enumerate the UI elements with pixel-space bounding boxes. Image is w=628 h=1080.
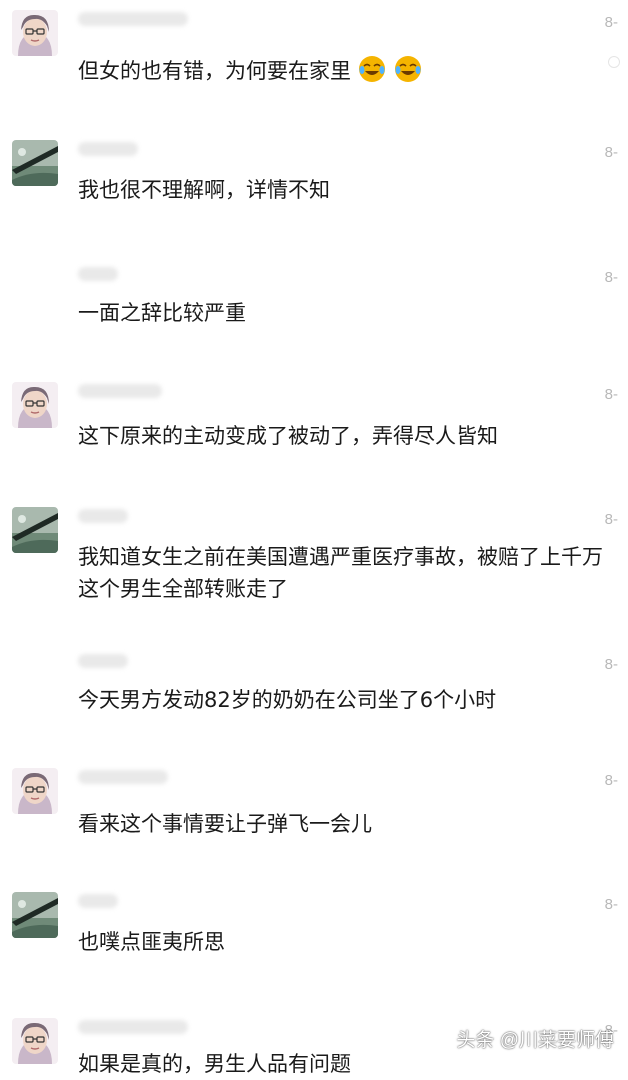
nickname-blurred [78, 12, 188, 26]
comment-time: 8- [604, 656, 618, 673]
comment-time: 8- [604, 772, 618, 789]
comment-text: 一面之辞比较严重 [78, 301, 246, 325]
landscape-avatar-icon [12, 892, 58, 938]
avatar[interactable] [12, 140, 58, 186]
comment-time: 8- [604, 386, 618, 403]
comment-text: 也噗点匪夷所思 [78, 930, 225, 954]
avatar[interactable] [12, 10, 58, 56]
nickname-blurred [78, 770, 168, 784]
comment-time: 8- [604, 896, 618, 913]
comment-text: 今天男方发动82岁的奶奶在公司坐了6个小时 [78, 688, 497, 712]
avatar[interactable] [12, 382, 58, 428]
comment-list: 8- 但女的也有错，为何要在家里 8- 我也很不理解啊，详情不知 8- 一面之辞… [0, 0, 628, 1080]
comment-text: 但女的也有错，为何要在家里 [78, 54, 608, 87]
comment-time: 8- [604, 144, 618, 161]
comment-text: 我也很不理解啊，详情不知 [78, 178, 330, 202]
nickname-blurred [78, 509, 128, 523]
nickname-blurred [78, 1020, 188, 1034]
comment-text: 看来这个事情要让子弹飞一会儿 [78, 812, 372, 836]
nickname-blurred [78, 267, 118, 281]
avatar[interactable] [12, 768, 58, 814]
landscape-avatar-icon [12, 507, 58, 553]
comment-time: 8- [604, 14, 618, 31]
woman-glasses-avatar-icon [12, 10, 58, 56]
laugh-cry-emoji-icon [393, 54, 423, 84]
watermark: 头条 @川菜要师傅 [456, 1030, 614, 1051]
comment-time: 8- [604, 269, 618, 286]
woman-glasses-avatar-icon [12, 768, 58, 814]
comment-text: 我知道女生之前在美国遭遇严重医疗事故，被赔了上千万 这个男生全部转账走了 [78, 545, 603, 601]
landscape-avatar-icon [12, 140, 58, 186]
comment-text: 这下原来的主动变成了被动了，弄得尽人皆知 [78, 424, 498, 448]
avatar[interactable] [12, 507, 58, 553]
nickname-blurred [78, 142, 138, 156]
avatar[interactable] [12, 892, 58, 938]
laugh-cry-emoji-icon [357, 54, 387, 84]
corner-mark [608, 56, 620, 68]
nickname-blurred [78, 654, 128, 668]
comment-text-content: 但女的也有错，为何要在家里 [78, 59, 351, 83]
woman-glasses-avatar-icon [12, 382, 58, 428]
woman-glasses-avatar-icon [12, 1018, 58, 1064]
nickname-blurred [78, 384, 162, 398]
comment-text: 如果是真的，男生人品有问题 [78, 1052, 351, 1076]
comment-time: 8- [604, 511, 618, 528]
nickname-blurred [78, 894, 118, 908]
avatar[interactable] [12, 1018, 58, 1064]
